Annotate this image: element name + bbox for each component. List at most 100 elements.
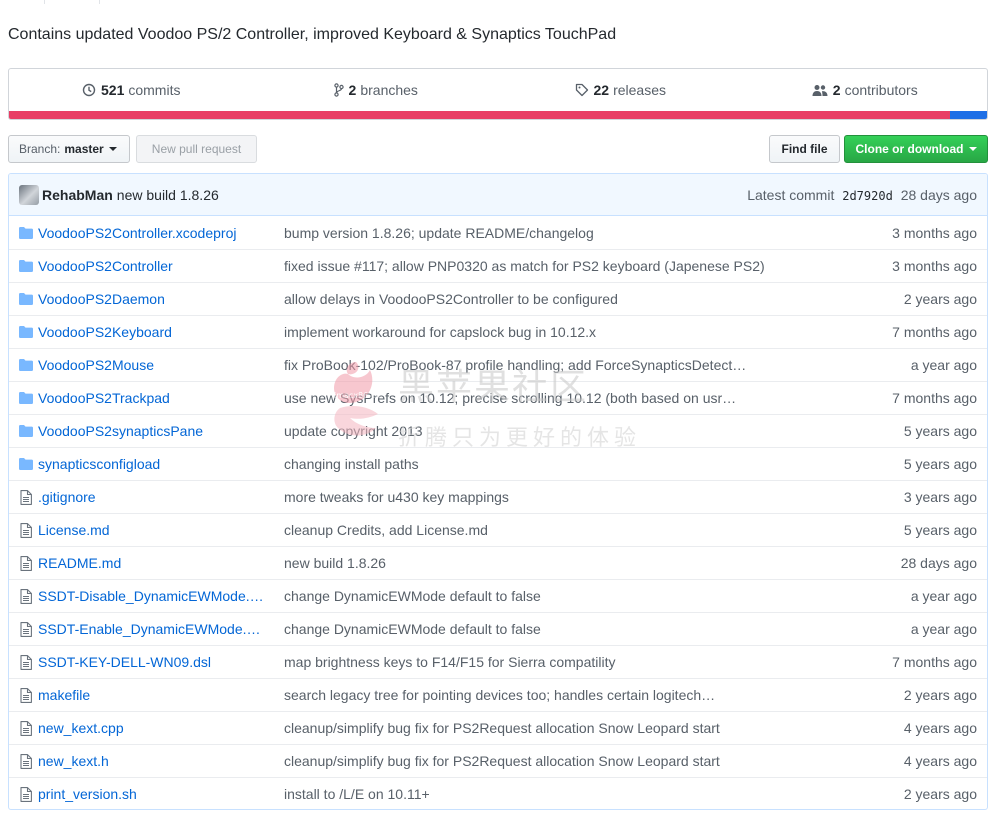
file-icon — [9, 555, 38, 571]
branches-count: 2 — [348, 82, 357, 98]
releases-link[interactable]: 22 releases — [498, 82, 743, 98]
commit-message-link[interactable]: implement workaround for capslock bug in… — [284, 324, 847, 340]
commit-age: 3 years ago — [903, 489, 977, 505]
commit-message-link[interactable]: more tweaks for u430 key mappings — [284, 489, 847, 505]
folder-icon — [9, 359, 38, 371]
file-icon — [9, 720, 38, 736]
commit-sha[interactable]: 2d7920d — [842, 189, 893, 203]
table-row: makefile search legacy tree for pointing … — [9, 678, 987, 711]
file-icon — [9, 687, 38, 703]
table-row: SSDT-KEY-DELL-WN09.dsl map brightness key… — [9, 645, 987, 678]
branches-label: branches — [360, 82, 418, 98]
commit-message-link[interactable]: changing install paths — [284, 456, 847, 472]
commit-message-link[interactable]: search legacy tree for pointing devices … — [284, 687, 847, 703]
commit-message-link[interactable]: cleanup/simplify bug fix for PS2Request … — [284, 753, 847, 769]
table-row: VoodooPS2Controller.xcodeproj bump versio… — [9, 216, 987, 249]
commit-author[interactable]: RehabMan — [42, 187, 113, 203]
file-name-link[interactable]: makefile — [38, 687, 284, 703]
file-table: RehabMan new build 1.8.26 Latest commit … — [8, 173, 988, 810]
commit-message-link[interactable]: fixed issue #117; allow PNP0320 as match… — [284, 258, 847, 274]
branch-icon — [333, 83, 344, 97]
find-file-button[interactable]: Find file — [769, 135, 840, 163]
avatar[interactable] — [19, 184, 39, 205]
branch-name: master — [64, 142, 104, 156]
commit-age: a year ago — [910, 621, 977, 637]
table-row: new_kext.h cleanup/simplify bug fix for P… — [9, 744, 987, 777]
file-name-link[interactable]: VoodooPS2synapticsPane — [38, 423, 284, 439]
releases-label: releases — [613, 82, 666, 98]
folder-icon — [9, 425, 38, 437]
file-name-link[interactable]: new_kext.cpp — [38, 720, 284, 736]
file-icon — [9, 522, 38, 538]
commit-message-link[interactable]: use new SysPrefs on 10.12; precise scrol… — [284, 390, 847, 406]
commit-age: 28 days ago — [900, 555, 977, 571]
commit-age: 7 months ago — [892, 654, 977, 670]
commit-age: 4 years ago — [903, 753, 977, 769]
contributors-link[interactable]: 2 contributors — [743, 82, 988, 98]
commit-age: 3 months ago — [892, 224, 977, 241]
file-name-link[interactable]: SSDT-KEY-DELL-WN09.dsl — [38, 654, 284, 670]
chevron-down-icon — [108, 147, 117, 151]
folder-icon — [9, 458, 38, 470]
file-icon — [9, 489, 38, 505]
file-icon — [9, 654, 38, 670]
branch-select-button[interactable]: Branch: master — [8, 135, 130, 163]
folder-icon — [9, 392, 38, 404]
commit-message-link[interactable]: allow delays in VoodooPS2Controller to b… — [284, 291, 847, 307]
file-name-link[interactable]: VoodooPS2Trackpad — [38, 390, 284, 406]
file-name-link[interactable]: VoodooPS2Controller.xcodeproj — [38, 225, 284, 241]
commit-age: 2 years ago — [903, 786, 977, 802]
commit-message-link[interactable]: new build 1.8.26 — [284, 555, 847, 571]
file-name-link[interactable]: VoodooPS2Mouse — [38, 357, 284, 373]
clone-download-button[interactable]: Clone or download — [844, 135, 988, 163]
table-row: VoodooPS2Daemon allow delays in VoodooPS2… — [9, 282, 987, 315]
table-row: VoodooPS2synapticsPane update copyright 2… — [9, 414, 987, 447]
commit-age: 28 days ago — [900, 186, 977, 203]
commit-message-link[interactable]: update copyright 2013 — [284, 423, 847, 439]
file-name-link[interactable]: .gitignore — [38, 489, 284, 505]
latest-commit-label: Latest commit — [747, 186, 835, 203]
table-row: synapticsconfigload changing install path… — [9, 447, 987, 480]
commit-age: a year ago — [910, 588, 977, 604]
summary-stats: 521 commits 2 branches 22 releases 2 con… — [9, 69, 987, 111]
commit-age: 5 years ago — [903, 522, 977, 538]
commit-message-link[interactable]: change DynamicEWMode default to false — [284, 588, 847, 604]
commit-message-link[interactable]: bump version 1.8.26; update README/chang… — [284, 225, 847, 241]
file-name-link[interactable]: License.md — [38, 522, 284, 538]
file-icon — [9, 621, 38, 637]
file-name-link[interactable]: SSDT-Enable_DynamicEWMode.… — [38, 621, 284, 637]
commit-message-link[interactable]: map brightness keys to F14/F15 for Sierr… — [284, 654, 847, 670]
folder-icon — [9, 326, 38, 338]
commit-message-link[interactable]: cleanup/simplify bug fix for PS2Request … — [284, 720, 847, 736]
commit-message-link[interactable]: change DynamicEWMode default to false — [284, 621, 847, 637]
commit-message-link[interactable]: cleanup Credits, add License.md — [284, 522, 847, 538]
latest-commit-info: Latest commit 2d7920d 28 days ago — [747, 187, 977, 203]
folder-icon — [9, 260, 38, 272]
releases-count: 22 — [593, 82, 610, 98]
file-name-link[interactable]: README.md — [38, 555, 284, 571]
commit-age: 7 months ago — [892, 390, 977, 406]
language-bar-secondary — [950, 111, 987, 119]
file-name-link[interactable]: VoodooPS2Daemon — [38, 291, 284, 307]
file-icon — [9, 786, 38, 802]
file-name-link[interactable]: SSDT-Disable_DynamicEWMode.… — [38, 588, 284, 604]
folder-icon — [9, 226, 38, 239]
table-row: VoodooPS2Trackpad use new SysPrefs on 10.… — [9, 381, 987, 414]
commit-message-link[interactable]: install to /L/E on 10.11+ — [284, 786, 847, 802]
file-name-link[interactable]: VoodooPS2Keyboard — [38, 324, 284, 340]
branches-link[interactable]: 2 branches — [254, 82, 499, 98]
language-bar[interactable] — [9, 111, 987, 119]
file-name-link[interactable]: print_version.sh — [38, 786, 284, 802]
branch-prefix: Branch: — [19, 142, 61, 156]
commit-age: 3 months ago — [892, 258, 977, 274]
file-name-link[interactable]: VoodooPS2Controller — [38, 258, 284, 274]
chevron-down-icon — [968, 147, 977, 151]
commits-link[interactable]: 521 commits — [9, 82, 254, 98]
new-pull-request-button[interactable]: New pull request — [136, 135, 257, 163]
commit-message[interactable]: new build 1.8.26 — [117, 187, 219, 203]
commit-age: a year ago — [910, 357, 977, 373]
file-name-link[interactable]: new_kext.h — [38, 753, 284, 769]
repo-summary: 521 commits 2 branches 22 releases 2 con… — [8, 68, 988, 120]
file-name-link[interactable]: synapticsconfigload — [38, 456, 284, 472]
commit-message-link[interactable]: fix ProBook-102/ProBook-87 profile handl… — [284, 357, 847, 373]
